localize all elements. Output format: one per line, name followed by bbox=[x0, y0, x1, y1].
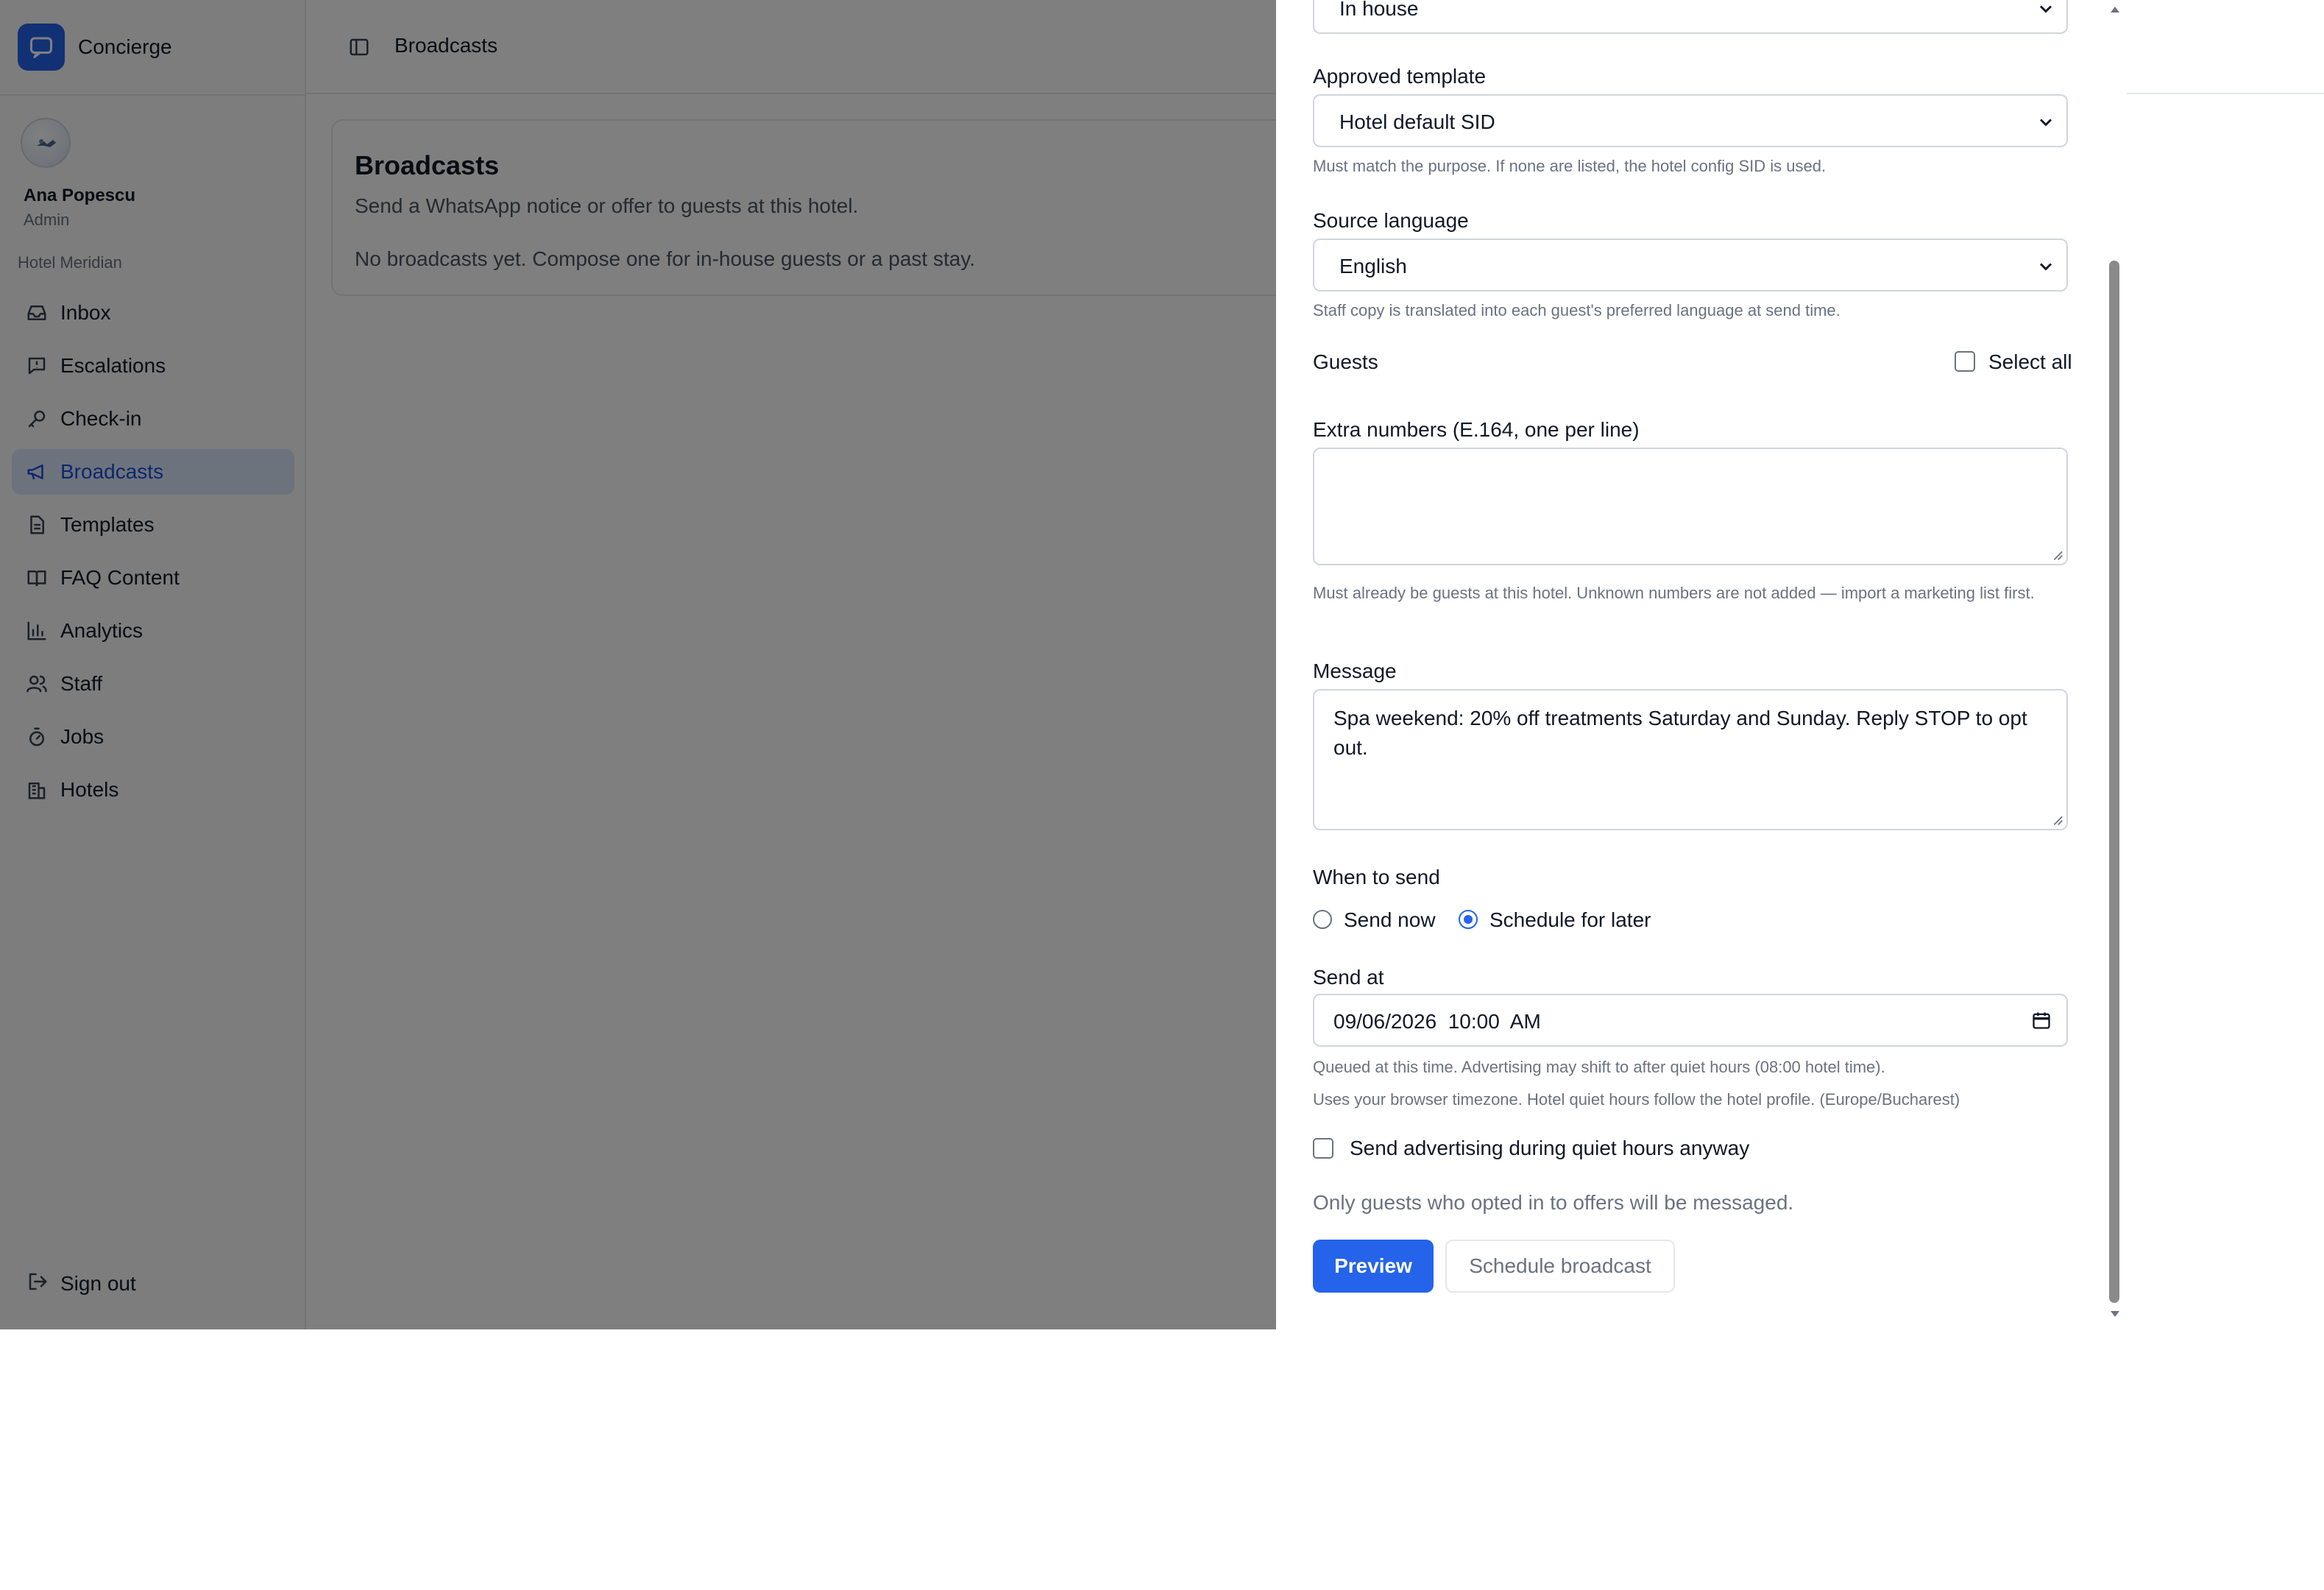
drawer-scrollbar[interactable] bbox=[2103, 0, 2127, 1329]
chevron-down-icon bbox=[2039, 119, 2052, 127]
template-help: Must match the purpose. If none are list… bbox=[1313, 157, 1827, 175]
send-at-value: 09/06/2026 10:00 AM bbox=[1333, 1010, 1541, 1033]
message-textarea[interactable]: Spa weekend: 20% off treatments Saturday… bbox=[1313, 689, 2068, 830]
resize-handle-icon[interactable] bbox=[2050, 813, 2063, 826]
quiet-hours-checkbox[interactable] bbox=[1313, 1138, 1333, 1159]
scroll-up-arrow-icon[interactable] bbox=[2109, 4, 2121, 13]
message-value: Spa weekend: 20% off treatments Saturday… bbox=[1333, 707, 2027, 759]
send-at-label: Send at bbox=[1313, 966, 1384, 989]
schedule-later-label[interactable]: Schedule for later bbox=[1489, 908, 1651, 932]
send-now-label[interactable]: Send now bbox=[1344, 908, 1436, 932]
send-now-radio[interactable] bbox=[1313, 910, 1332, 929]
preview-button[interactable]: Preview bbox=[1313, 1240, 1434, 1293]
select-all-label[interactable]: Select all bbox=[1988, 350, 2072, 374]
template-select[interactable]: Hotel default SID bbox=[1313, 94, 2068, 147]
template-value: Hotel default SID bbox=[1339, 110, 1495, 133]
language-help: Staff copy is translated into each guest… bbox=[1313, 301, 1841, 319]
chevron-down-icon bbox=[2039, 263, 2052, 271]
chevron-down-icon bbox=[2039, 5, 2052, 13]
schedule-broadcast-button[interactable]: Schedule broadcast bbox=[1445, 1240, 1675, 1293]
scroll-thumb[interactable] bbox=[2109, 261, 2119, 1303]
template-label: Approved template bbox=[1313, 65, 1487, 88]
quiet-hours-label[interactable]: Send advertising during quiet hours anyw… bbox=[1350, 1137, 1749, 1160]
opt-in-note: Only guests who opted in to offers will … bbox=[1313, 1191, 1794, 1214]
resize-handle-icon[interactable] bbox=[2050, 548, 2063, 561]
language-select[interactable]: English bbox=[1313, 239, 2068, 292]
scroll-down-arrow-icon[interactable] bbox=[2109, 1310, 2121, 1319]
message-label: Message bbox=[1313, 660, 1397, 682]
send-at-help: Queued at this time. Advertising may shi… bbox=[1313, 1058, 1885, 1076]
language-label: Source language bbox=[1313, 209, 1469, 232]
when-to-send-label: When to send bbox=[1313, 866, 1440, 888]
extra-numbers-help: Must already be guests at this hotel. Un… bbox=[1313, 584, 2035, 602]
extra-numbers-textarea[interactable] bbox=[1313, 448, 2068, 565]
audience-select[interactable]: In house bbox=[1313, 0, 2068, 34]
timezone-help: Uses your browser timezone. Hotel quiet … bbox=[1313, 1090, 1960, 1109]
audience-value: In house bbox=[1339, 0, 1419, 20]
send-at-datetime-input[interactable]: 09/06/2026 10:00 AM bbox=[1313, 994, 2068, 1047]
app-window: Concierge Ana Popescu Admin Hotel Meridi… bbox=[0, 0, 2324, 1329]
language-value: English bbox=[1339, 255, 1407, 278]
calendar-icon[interactable] bbox=[2031, 1010, 2052, 1031]
guests-label: Guests bbox=[1313, 350, 1378, 373]
select-all-checkbox[interactable] bbox=[1955, 351, 1975, 372]
modal-backdrop[interactable] bbox=[0, 0, 1276, 1329]
compose-broadcast-drawer: In house Approved template Hotel default… bbox=[1276, 0, 2127, 1329]
extra-numbers-label: Extra numbers (E.164, one per line) bbox=[1313, 418, 1640, 441]
schedule-later-radio[interactable] bbox=[1459, 910, 1478, 929]
